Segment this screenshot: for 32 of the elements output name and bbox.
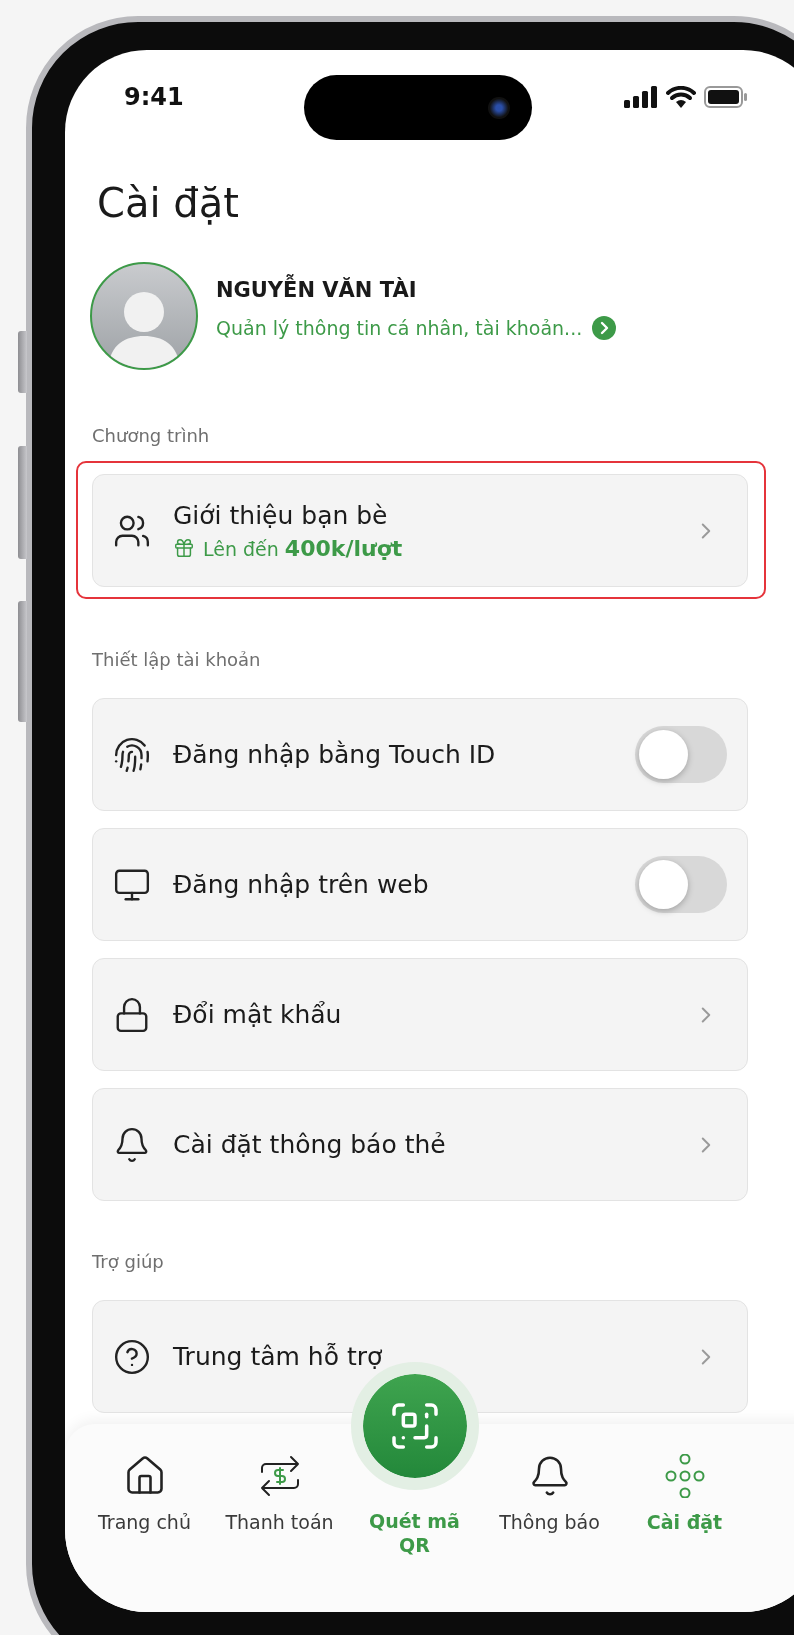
toggle-switch[interactable] [635, 856, 727, 913]
setting-label: Trung tâm hỗ trợ [173, 1342, 384, 1371]
settings-card[interactable]: Trung tâm hỗ trợ [92, 1300, 748, 1413]
nav-tab[interactable]: Trang chủ [77, 1454, 212, 1534]
reward-note: Lên đến 400k/lượt [203, 535, 403, 561]
section-heading: Thiết lập tài khoản [92, 650, 262, 670]
signal-icon [624, 86, 658, 108]
battery-icon [704, 86, 748, 108]
wifi-icon [666, 86, 696, 108]
settings-card[interactable]: Đổi mật khẩu [92, 958, 748, 1071]
camera-icon [488, 96, 510, 119]
section-heading: Trợ giúp [92, 1252, 165, 1272]
page-title: Cài đặt [97, 180, 240, 226]
settings-card[interactable]: Đăng nhập trên web [92, 828, 748, 941]
setting-label: Đổi mật khẩu [173, 1000, 343, 1029]
nav-tab[interactable]: Thông báo [482, 1454, 617, 1534]
nav-tab[interactable]: Thanh toán [212, 1454, 347, 1534]
chevron-circle-icon [592, 316, 617, 340]
settings-card[interactable]: Đăng nhập bằng Touch ID [92, 698, 748, 811]
gift-icon [173, 537, 195, 559]
fingerprint-icon [113, 735, 151, 774]
setting-label: Đăng nhập bằng Touch ID [173, 740, 497, 769]
status-time: 9:41 [124, 83, 184, 111]
setting-label: Cài đặt thông báo thẻ [173, 1130, 447, 1159]
setting-label: Giới thiệu bạn bè [173, 500, 389, 530]
profile-link[interactable]: Quản lý thông tin cá nhân, tài khoản... [216, 316, 617, 340]
settings-card[interactable]: Giới thiệu bạn bè Lên đến 400k/lượt [92, 474, 748, 587]
section-heading: Chương trình [92, 426, 211, 446]
setting-label: Đăng nhập trên web [173, 870, 430, 899]
help-icon [113, 1337, 151, 1376]
toggle-switch[interactable] [635, 726, 727, 783]
settings-card[interactable]: Cài đặt thông báo thẻ [92, 1088, 748, 1201]
